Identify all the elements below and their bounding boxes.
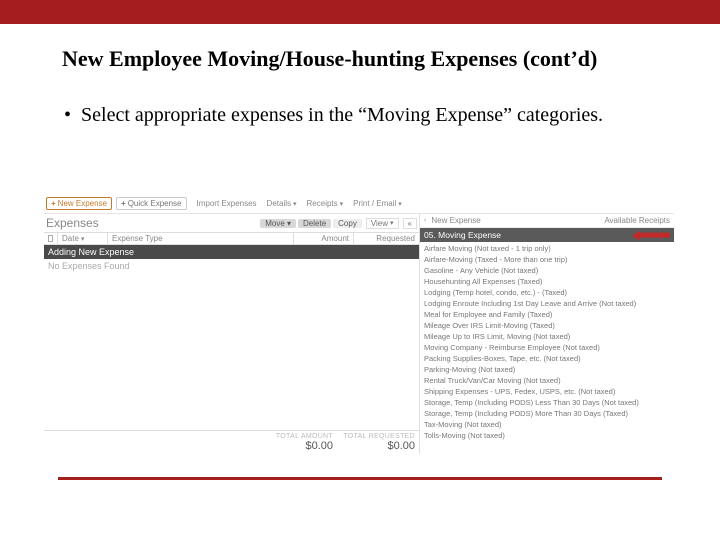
expense-app-screenshot: +New Expense +Quick Expense Import Expen… [44, 194, 674, 454]
copy-button[interactable]: Copy [333, 219, 362, 228]
expense-type-item[interactable]: Lodging Enroute Including 1st Day Leave … [420, 298, 674, 309]
expense-type-item[interactable]: Rental Truck/Van/Car Moving (Not taxed) [420, 375, 674, 386]
col-date[interactable]: Date▾ [58, 233, 108, 244]
caret-down-icon: ▾ [293, 200, 297, 208]
receipts-menu[interactable]: Receipts▾ [307, 199, 344, 208]
slide-bottom-rule [58, 477, 662, 480]
expenses-panel: Expenses Move ▾ Delete Copy View▾ « Date… [44, 214, 419, 454]
callout-arrow-icon [633, 230, 670, 241]
available-receipts-link[interactable]: Available Receipts [604, 216, 670, 225]
col-requested[interactable]: Requested [354, 233, 419, 244]
new-expense-button[interactable]: +New Expense [46, 197, 112, 210]
grid-header: Date▾ Expense Type Amount Requested [44, 232, 419, 245]
caret-down-icon: ▾ [398, 200, 402, 208]
totals-bar: TOTAL AMOUNT $0.00 TOTAL REQUESTED $0.00 [44, 430, 419, 454]
category-header[interactable]: 05. Moving Expense [420, 228, 674, 242]
print-email-menu[interactable]: Print / Email▾ [353, 199, 402, 208]
expense-type-item[interactable]: Storage, Temp (Including PODS) Less Than… [420, 397, 674, 408]
move-button[interactable]: Move ▾ [260, 219, 296, 228]
caret-down-icon: ▾ [340, 200, 344, 208]
total-amount-value: $0.00 [259, 440, 333, 452]
new-expense-label: New Expense [58, 199, 107, 208]
print-email-label: Print / Email [353, 199, 396, 208]
prev-pager[interactable]: « [403, 218, 417, 229]
slide-title: New Employee Moving/House-hunting Expens… [62, 46, 720, 72]
expenses-title: Expenses [46, 216, 99, 230]
expense-type-item[interactable]: Gasoline - Any Vehicle (Not taxed) [420, 265, 674, 276]
expense-type-item[interactable]: Parking-Moving (Not taxed) [420, 364, 674, 375]
breadcrumb[interactable]: ‹New Expense [424, 216, 481, 225]
expense-type-item[interactable]: Airfare-Moving (Taxed - More than one tr… [420, 254, 674, 265]
expense-type-list: Airfare Moving (Not taxed - 1 trip only)… [420, 242, 674, 442]
total-requested-value: $0.00 [341, 440, 415, 452]
bullet-icon: • [64, 102, 71, 128]
no-expenses-message: No Expenses Found [44, 259, 419, 273]
col-type[interactable]: Expense Type [108, 233, 294, 244]
select-all-checkbox[interactable] [44, 233, 58, 244]
total-amount-label: TOTAL AMOUNT [259, 433, 333, 440]
delete-button[interactable]: Delete [298, 219, 331, 228]
details-label: Details [267, 199, 291, 208]
receipts-label: Receipts [307, 199, 338, 208]
plus-icon: + [51, 199, 56, 208]
adding-expense-row: Adding New Expense [44, 245, 419, 259]
expense-type-item[interactable]: Tax-Moving (Not taxed) [420, 419, 674, 430]
import-expenses-link[interactable]: Import Expenses [197, 199, 257, 208]
bullet-item: • Select appropriate expenses in the “Mo… [64, 102, 720, 128]
details-menu[interactable]: Details▾ [267, 199, 297, 208]
quick-expense-button[interactable]: +Quick Expense [116, 197, 186, 210]
app-toolbar: +New Expense +Quick Expense Import Expen… [44, 194, 674, 214]
expense-type-panel: ‹New Expense Available Receipts 05. Movi… [419, 214, 674, 454]
sort-icon: ▾ [81, 235, 85, 243]
expense-type-item[interactable]: Mileage Up to IRS Limit, Moving (Not tax… [420, 331, 674, 342]
slide-top-bar [0, 0, 720, 24]
col-amount[interactable]: Amount [294, 233, 354, 244]
total-requested-label: TOTAL REQUESTED [341, 433, 415, 440]
expense-type-item[interactable]: Lodging (Temp hotel, condo, etc.) - (Tax… [420, 287, 674, 298]
plus-icon: + [121, 199, 126, 208]
expense-type-item[interactable]: Househunting All Expenses (Taxed) [420, 276, 674, 287]
category-label: 05. Moving Expense [424, 230, 501, 240]
expense-type-item[interactable]: Meal for Employee and Family (Taxed) [420, 309, 674, 320]
expense-type-item[interactable]: Shipping Expenses - UPS, Fedex, USPS, et… [420, 386, 674, 397]
expense-type-item[interactable]: Packing Supplies-Boxes, Tape, etc. (Not … [420, 353, 674, 364]
expense-type-item[interactable]: Airfare Moving (Not taxed - 1 trip only) [420, 243, 674, 254]
expense-type-item[interactable]: Mileage Over IRS Limit-Moving (Taxed) [420, 320, 674, 331]
expense-type-item[interactable]: Tolls-Moving (Not taxed) [420, 430, 674, 441]
expense-type-item[interactable]: Storage, Temp (Including PODS) More Than… [420, 408, 674, 419]
expense-type-item[interactable]: Moving Company - Reimburse Employee (Not… [420, 342, 674, 353]
view-menu[interactable]: View▾ [366, 218, 399, 229]
chevron-left-icon: ‹ [424, 217, 426, 224]
caret-down-icon: ▾ [390, 219, 394, 227]
quick-expense-label: Quick Expense [128, 199, 182, 208]
bullet-text: Select appropriate expenses in the “Movi… [81, 102, 603, 128]
